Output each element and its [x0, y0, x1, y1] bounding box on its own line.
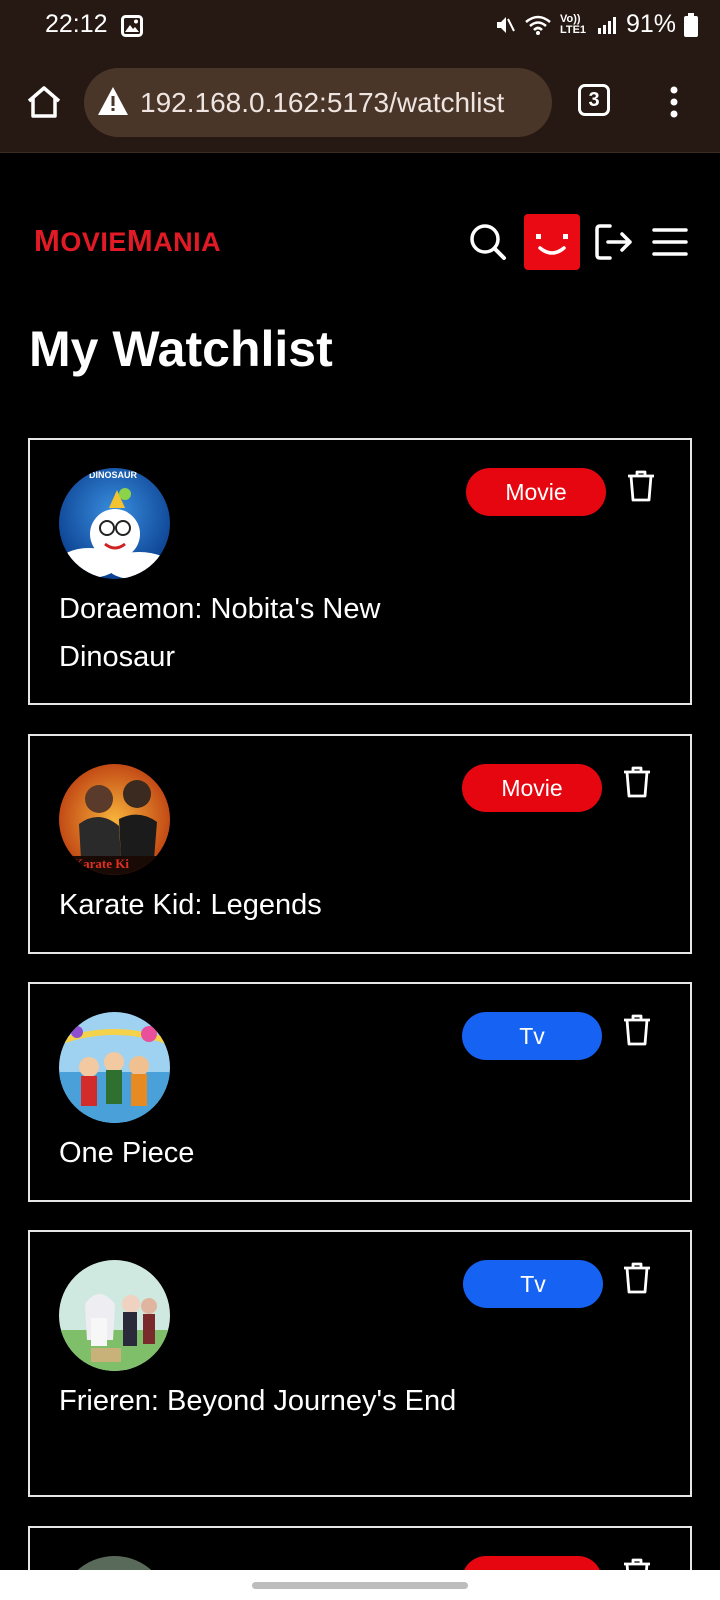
trash-icon[interactable]	[622, 1014, 652, 1046]
poster-thumbnail[interactable]	[59, 1260, 170, 1371]
page-title: My Watchlist	[29, 321, 333, 377]
type-badge: Movie	[462, 764, 602, 812]
hamburger-icon[interactable]	[652, 224, 688, 260]
app-logo[interactable]: MOVIEMANIA	[34, 223, 221, 259]
trash-icon[interactable]	[622, 766, 652, 798]
battery-icon	[684, 12, 698, 37]
watchlist-card: Karate Ki Movie Karate Kid: Legends	[28, 734, 692, 954]
wifi-icon	[525, 15, 551, 35]
status-time: 22:12	[45, 10, 108, 38]
battery-percent: 91%	[625, 10, 676, 38]
type-badge: Tv	[463, 1260, 603, 1308]
watchlist-card: DINOSAUR Movie Doraemon: Nobita's New Di…	[28, 438, 692, 705]
search-icon[interactable]	[468, 222, 508, 262]
status-icons: Vo)) LTE1 91%	[494, 10, 698, 39]
type-badge: Movie	[466, 468, 606, 516]
poster-thumbnail[interactable]	[59, 1012, 170, 1123]
poster-thumbnail[interactable]: DINOSAUR	[59, 468, 170, 579]
card-title: One Piece	[59, 1137, 195, 1169]
card-title: Doraemon: Nobita's New Dinosaur	[59, 593, 381, 673]
gallery-icon	[121, 15, 143, 37]
watchlist-card: Tv Frieren: Beyond Journey's End	[28, 1230, 692, 1497]
url-text[interactable]: 192.168.0.162:5173/watchlist	[140, 87, 504, 119]
trash-icon[interactable]	[626, 470, 656, 502]
logout-icon[interactable]	[594, 222, 636, 262]
avatar[interactable]	[524, 214, 580, 270]
browser-toolbar: 192.168.0.162:5173/watchlist 3	[0, 52, 720, 153]
type-badge: Tv	[462, 1012, 602, 1060]
warning-icon[interactable]	[96, 85, 130, 117]
tabs-button[interactable]: 3	[578, 84, 610, 116]
more-vert-icon[interactable]	[664, 82, 684, 122]
trash-icon[interactable]	[622, 1262, 652, 1294]
lte-label: Vo)) LTE1	[559, 12, 587, 36]
card-title: Karate Kid: Legends	[59, 889, 322, 921]
home-icon[interactable]	[24, 82, 64, 122]
signal-icon	[597, 16, 616, 34]
poster-thumbnail[interactable]: Karate Ki	[59, 764, 170, 875]
gesture-handle[interactable]	[252, 1582, 468, 1589]
svg-text:DINOSAUR: DINOSAUR	[89, 470, 138, 480]
status-bar: 22:12 Vo)) LTE1 91%	[0, 0, 720, 52]
watchlist-card: Tv One Piece	[28, 982, 692, 1202]
smiley-icon	[536, 234, 568, 255]
mute-icon	[496, 16, 515, 33]
card-title: Frieren: Beyond Journey's End	[59, 1385, 457, 1417]
svg-text:Karate Ki: Karate Ki	[73, 856, 129, 871]
address-bar[interactable]: 192.168.0.162:5173/watchlist	[84, 68, 552, 137]
